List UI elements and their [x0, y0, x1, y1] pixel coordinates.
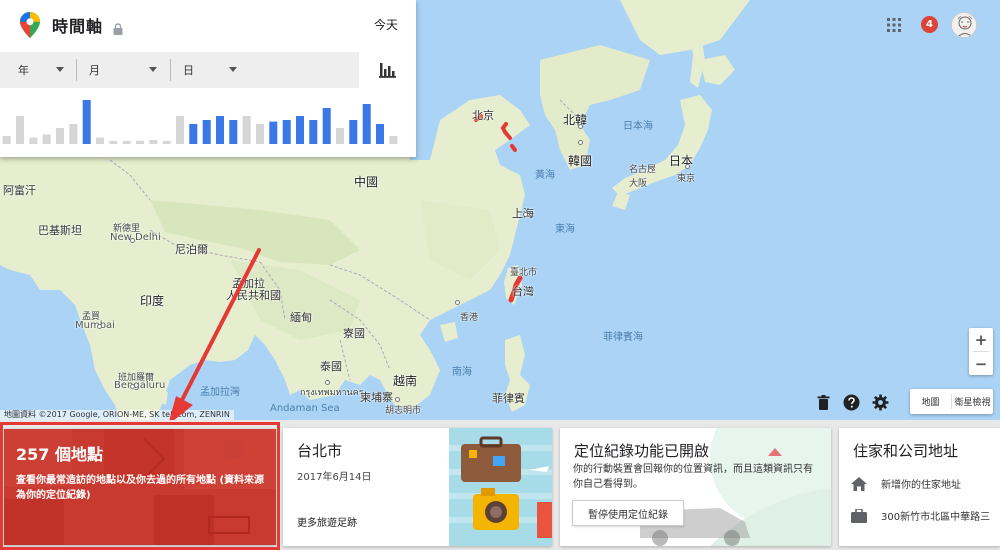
histogram-bar[interactable] — [349, 120, 358, 144]
more-trips-link[interactable]: 更多旅遊足跡 — [297, 514, 357, 529]
help-icon[interactable] — [843, 394, 860, 411]
places-card[interactable]: 257 個地點 查看你最常造訪的地點以及你去過的所有地點 (資料來源為你的定位紀… — [4, 429, 276, 545]
day-select-label: 日 — [183, 64, 194, 77]
add-home-address-label: 新增你的住家地址 — [881, 480, 961, 491]
histogram-bar[interactable] — [162, 140, 171, 144]
histogram-bar[interactable] — [56, 128, 64, 144]
briefcase-icon — [851, 508, 867, 523]
histogram-bar[interactable] — [136, 140, 144, 144]
bar-chart-icon — [378, 63, 396, 78]
zoom-control: + − — [969, 328, 993, 375]
histogram-bar[interactable] — [96, 137, 104, 144]
map-type-satellite-button[interactable]: 衛星檢視 — [952, 395, 993, 408]
histogram-bar[interactable] — [216, 116, 224, 144]
year-select[interactable]: 年 — [18, 52, 73, 88]
histogram-bar[interactable] — [256, 124, 264, 144]
home-work-title: 住家和公司地址 — [853, 442, 959, 460]
location-history-title: 定位紀錄功能已開啟 — [574, 442, 710, 460]
home-icon — [851, 476, 867, 491]
month-select[interactable]: 月 — [89, 52, 161, 88]
histogram-bar[interactable] — [189, 124, 198, 144]
travel-illustration — [449, 428, 552, 546]
location-history-description: 你的行動裝置會回報你的位置資訊，而且這類資訊只有你自己看得到。 — [573, 464, 813, 490]
trip-date: 2017年6月14日 — [297, 472, 372, 483]
histogram-bar[interactable] — [309, 120, 318, 144]
apps-grid-icon[interactable] — [887, 17, 901, 32]
histogram-toggle-button[interactable] — [359, 52, 416, 88]
histogram-bar[interactable] — [16, 116, 24, 144]
trash-icon[interactable] — [815, 394, 832, 411]
histogram-bar[interactable] — [376, 124, 384, 144]
work-address-label: 300新竹市北區中華路三 — [881, 512, 991, 523]
today-button[interactable]: 今天 — [374, 16, 398, 33]
histogram-bar[interactable] — [29, 137, 38, 144]
divider — [170, 59, 171, 81]
add-home-address-row[interactable]: 新增你的住家地址 — [851, 476, 961, 491]
histogram-bar[interactable] — [149, 140, 158, 144]
date-selector-row: 年 月 日 — [0, 52, 359, 88]
histogram-bar[interactable] — [42, 134, 51, 144]
month-select-label: 月 — [89, 64, 100, 77]
histogram-bar[interactable] — [69, 124, 78, 144]
lock-icon — [113, 20, 123, 35]
summary-cards: 257 個地點 查看你最常造訪的地點以及你去過的所有地點 (資料來源為你的定位紀… — [0, 420, 1000, 550]
chevron-down-icon — [149, 67, 157, 72]
map-type-map-button[interactable]: 地圖 — [910, 395, 951, 408]
histogram-bar[interactable] — [229, 120, 238, 144]
settings-gear-icon[interactable] — [872, 394, 889, 411]
timeline-panel: 時間軸 今天 年 月 日 — [0, 0, 416, 157]
histogram-bar[interactable] — [389, 136, 398, 144]
pause-location-history-button[interactable]: 暫停使用定位紀錄 — [572, 500, 684, 526]
histogram-bar[interactable] — [322, 108, 331, 144]
trip-city-title: 台北市 — [297, 442, 343, 460]
year-select-label: 年 — [18, 64, 29, 77]
timeline-header: 時間軸 今天 — [0, 0, 416, 50]
chevron-down-icon — [229, 67, 237, 72]
zoom-in-button[interactable]: + — [969, 328, 993, 351]
home-work-card: 住家和公司地址 新增你的住家地址 300新竹市北區中華路三 — [839, 428, 1000, 546]
zoom-out-button[interactable]: − — [969, 352, 993, 375]
histogram-bar[interactable] — [242, 116, 251, 144]
histogram-bar[interactable] — [296, 116, 304, 144]
histogram-bar[interactable] — [282, 120, 291, 144]
histogram-bar[interactable] — [176, 116, 184, 144]
histogram-bar[interactable] — [269, 121, 278, 144]
trip-card[interactable]: 台北市 2017年6月14日 更多旅遊足跡 — [283, 428, 552, 546]
places-description: 查看你最常造訪的地點以及你去過的所有地點 (資料來源為你的定位紀錄) — [16, 475, 265, 501]
avatar[interactable] — [951, 12, 977, 38]
map-type-toggle: 地圖 衛星檢視 — [910, 389, 993, 414]
google-maps-logo-icon — [20, 12, 40, 38]
histogram-bar[interactable] — [202, 120, 211, 144]
histogram-bar[interactable] — [336, 128, 344, 144]
histogram-bar[interactable] — [362, 104, 371, 144]
histogram-bar[interactable] — [82, 100, 91, 144]
histogram-bar[interactable] — [122, 140, 131, 144]
page-title: 時間軸 — [52, 17, 104, 36]
histogram-bar[interactable] — [109, 140, 118, 144]
divider — [76, 59, 77, 81]
location-history-card: 定位紀錄功能已開啟 你的行動裝置會回報你的位置資訊，而且這類資訊只有你自己看得到… — [560, 428, 831, 546]
places-count-title: 257 個地點 — [16, 445, 103, 464]
histogram-bar[interactable] — [2, 136, 11, 144]
activity-histogram[interactable] — [0, 96, 400, 144]
work-address-row[interactable]: 300新竹市北區中華路三 — [851, 508, 990, 523]
chevron-down-icon — [56, 67, 64, 72]
day-select[interactable]: 日 — [183, 52, 239, 88]
notification-badge[interactable]: 4 — [921, 16, 938, 33]
